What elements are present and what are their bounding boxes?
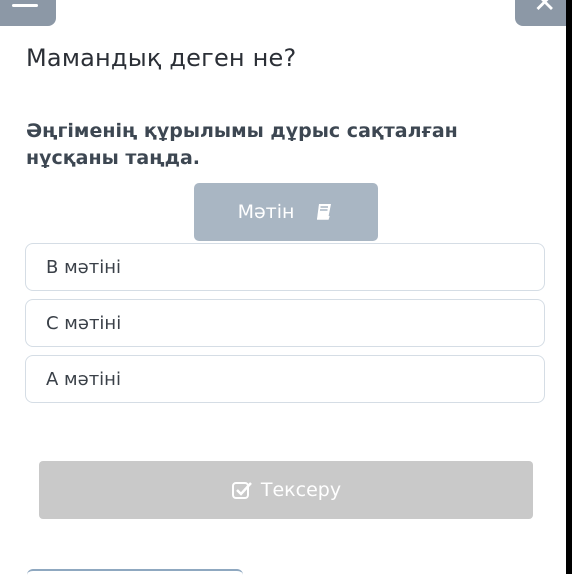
text-button-label: Мәтін xyxy=(237,201,295,223)
book-icon xyxy=(317,204,332,220)
check-button[interactable]: Тексеру xyxy=(39,461,533,519)
hamburger-icon xyxy=(12,4,38,7)
next-element-edge xyxy=(27,569,243,576)
page-title: Мамандық деген не? xyxy=(26,44,297,72)
answer-option-b[interactable]: В мәтіні xyxy=(25,243,545,291)
menu-button[interactable] xyxy=(0,0,56,26)
check-button-label: Тексеру xyxy=(260,479,342,501)
close-button[interactable]: ✕ xyxy=(515,0,572,26)
answer-option-a[interactable]: А мәтіні xyxy=(25,355,545,403)
option-label: В мәтіні xyxy=(46,256,121,278)
close-icon: ✕ xyxy=(533,0,557,19)
option-label: С мәтіні xyxy=(46,312,122,334)
question-text: Әңгіменің құрылымы дұрыс сақталған нұсқа… xyxy=(26,120,458,169)
window-edge xyxy=(566,0,572,574)
checkbox-icon xyxy=(231,482,252,499)
option-label: А мәтіні xyxy=(46,368,121,390)
answer-option-c[interactable]: С мәтіні xyxy=(25,299,545,347)
text-button[interactable]: Мәтін xyxy=(194,183,378,241)
